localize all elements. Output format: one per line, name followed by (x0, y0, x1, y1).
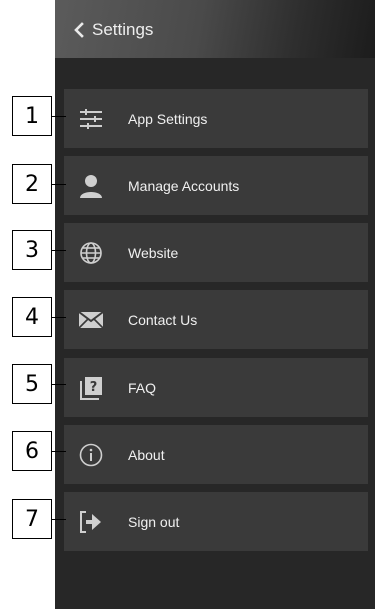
envelope-icon (77, 306, 105, 334)
page-title: Settings (92, 20, 154, 39)
menu-item-label: App Settings (128, 110, 208, 127)
menu-item-about[interactable]: About (64, 425, 368, 484)
svg-text:?: ? (90, 380, 98, 395)
globe-icon (77, 239, 105, 267)
callout-2: 2 (12, 164, 52, 204)
callout-connector (52, 317, 66, 318)
menu-item-contact-us[interactable]: Contact Us (64, 290, 368, 349)
menu-item-faq[interactable]: ? FAQ (64, 358, 368, 417)
faq-icon: ? (77, 374, 105, 402)
callout-7: 7 (12, 499, 52, 539)
sliders-icon (77, 105, 105, 133)
menu-item-label: Website (128, 244, 179, 261)
menu-item-app-settings[interactable]: App Settings (64, 89, 368, 148)
callout-connector (52, 519, 66, 520)
menu-item-label: Contact Us (128, 311, 198, 328)
menu-item-label: Sign out (128, 513, 180, 530)
menu-item-label: Manage Accounts (128, 177, 240, 194)
chevron-left-icon (74, 22, 84, 38)
callout-6: 6 (12, 431, 52, 471)
menu-item-manage-accounts[interactable]: Manage Accounts (64, 156, 368, 215)
callout-connector (52, 451, 66, 452)
callout-3: 3 (12, 230, 52, 270)
settings-screen: Settings App Settings Manage Accounts We… (55, 0, 375, 609)
callout-connector (52, 116, 66, 117)
callout-5: 5 (12, 364, 52, 404)
back-button[interactable]: Settings (73, 16, 153, 44)
user-icon (77, 172, 105, 200)
info-icon (77, 441, 105, 469)
menu-item-website[interactable]: Website (64, 223, 368, 282)
sign-out-icon (77, 508, 105, 536)
callout-connector (52, 184, 66, 185)
callout-1: 1 (12, 96, 52, 136)
menu-item-label: FAQ (128, 379, 157, 396)
menu-item-label: About (128, 446, 165, 463)
callout-4: 4 (12, 297, 52, 337)
callout-connector (52, 250, 66, 251)
callout-connector (52, 384, 66, 385)
menu-item-sign-out[interactable]: Sign out (64, 492, 368, 551)
header-bar: Settings (55, 0, 375, 58)
